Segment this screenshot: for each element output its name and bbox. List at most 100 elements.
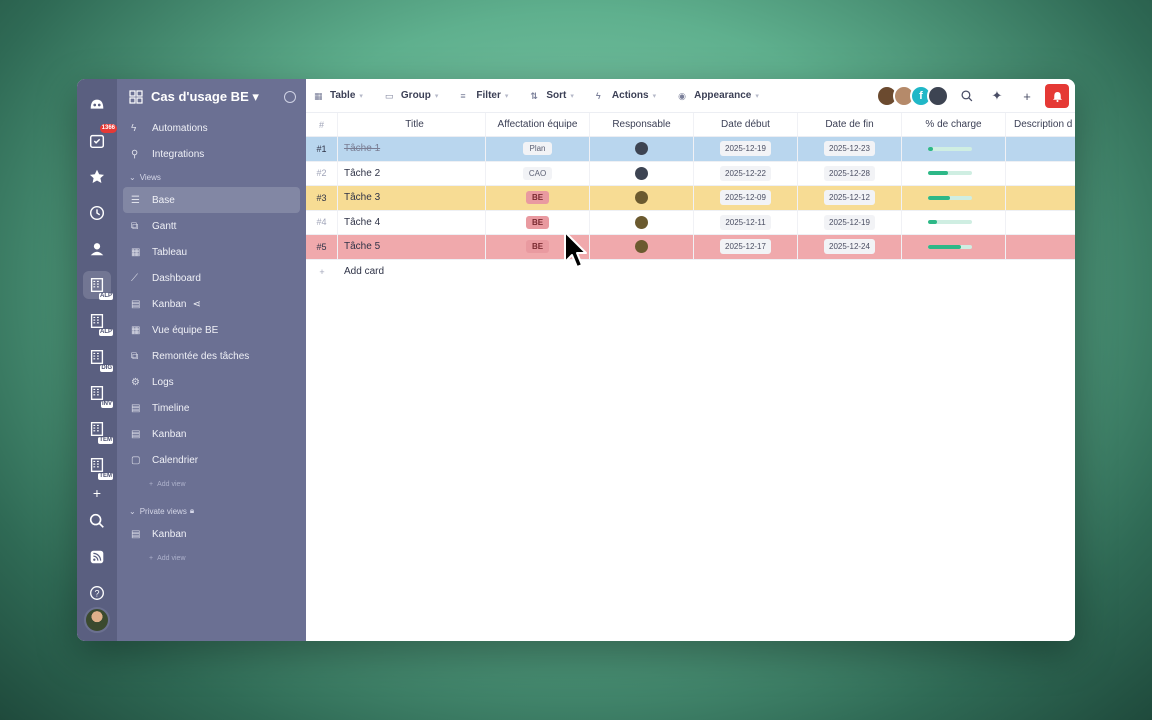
row-description[interactable] bbox=[1006, 211, 1075, 235]
row-affectation[interactable]: Plan bbox=[486, 137, 590, 161]
table-view-button[interactable]: ▦ Table ▾ bbox=[314, 90, 363, 101]
workspace-tem-2-icon[interactable]: TEM bbox=[83, 451, 113, 480]
col-header-responsable[interactable]: Responsable bbox=[590, 113, 694, 136]
help-icon[interactable]: ? bbox=[83, 579, 111, 607]
filter-button[interactable]: ≡ Filter ▾ bbox=[460, 90, 508, 101]
row-charge[interactable] bbox=[902, 161, 1006, 185]
sidebar-item-gantt[interactable]: ⧉ Gantt bbox=[123, 213, 300, 239]
sidebar: Cas d'usage BE ▾ ϟ Automations ⚲ Integrati… bbox=[117, 79, 306, 641]
row-date-debut[interactable]: 2025-12-17 bbox=[694, 235, 798, 259]
row-responsable[interactable] bbox=[590, 137, 694, 161]
row-title[interactable]: Tâche 4 bbox=[338, 210, 486, 234]
row-affectation[interactable]: BE bbox=[486, 186, 590, 210]
col-header-title[interactable]: Title bbox=[338, 113, 486, 136]
row-date-fin[interactable]: 2025-12-19 bbox=[798, 210, 902, 234]
workspace-alp-2-icon[interactable]: ALP bbox=[83, 307, 113, 336]
sidebar-item-kanban-2[interactable]: ▤ Kanban bbox=[123, 421, 300, 447]
table-row[interactable]: #5 Tâche 5 BE 2025-12-17 2025-12-24 bbox=[306, 235, 1075, 260]
row-charge[interactable] bbox=[902, 137, 1006, 161]
row-responsable[interactable] bbox=[590, 210, 694, 234]
row-date-debut[interactable]: 2025-12-09 bbox=[694, 186, 798, 210]
add-private-view-button[interactable]: + Add view bbox=[117, 547, 306, 569]
sidebar-item-remontee[interactable]: ⧉ Remontée des tâches bbox=[123, 343, 300, 369]
workspace-dig-icon[interactable]: DIG bbox=[83, 343, 113, 372]
views-section-header[interactable]: ⌄ Views bbox=[117, 167, 306, 187]
sidebar-item-kanban[interactable]: ▤ Kanban ⋖ bbox=[123, 291, 300, 317]
table-row[interactable]: #4 Tâche 4 BE 2025-12-11 2025-12-19 bbox=[306, 210, 1075, 235]
tasks-icon[interactable]: 1366 bbox=[83, 124, 117, 155]
col-header-affectation[interactable]: Affectation équipe bbox=[486, 113, 590, 136]
avatar bbox=[635, 215, 648, 229]
row-responsable[interactable] bbox=[590, 235, 694, 259]
row-date-fin[interactable]: 2025-12-12 bbox=[798, 186, 902, 210]
globe-icon[interactable] bbox=[284, 91, 296, 103]
table-row[interactable]: #2 Tâche 2 CAO 2025-12-22 2025-12-28 bbox=[306, 161, 1075, 186]
sidebar-item-private-kanban[interactable]: ▤ Kanban bbox=[123, 521, 300, 547]
row-responsable[interactable] bbox=[590, 186, 694, 210]
row-date-debut[interactable]: 2025-12-22 bbox=[694, 161, 798, 185]
row-description[interactable] bbox=[1006, 137, 1075, 161]
table-row[interactable]: #3 Tâche 3 BE 2025-12-09 2025-12-12 bbox=[306, 186, 1075, 211]
workspace-alp-icon[interactable]: ALP bbox=[83, 271, 113, 300]
row-date-fin[interactable]: 2025-12-28 bbox=[798, 161, 902, 185]
user-icon[interactable] bbox=[83, 235, 111, 263]
row-title[interactable]: Tâche 3 bbox=[338, 186, 486, 210]
sidebar-item-integrations[interactable]: ⚲ Integrations bbox=[123, 141, 300, 167]
row-title[interactable]: Tâche 1 bbox=[338, 137, 486, 161]
add-icon[interactable]: + bbox=[1015, 84, 1039, 108]
row-date-debut[interactable]: 2025-12-19 bbox=[694, 137, 798, 161]
notification-bell-button[interactable] bbox=[1045, 84, 1069, 108]
search-icon[interactable] bbox=[955, 84, 979, 108]
col-header-description[interactable]: Description d bbox=[1006, 113, 1075, 136]
workspace-tem-icon[interactable]: TEM bbox=[83, 415, 113, 444]
group-button[interactable]: ▭ Group ▾ bbox=[385, 90, 439, 101]
user-avatar[interactable] bbox=[84, 607, 110, 633]
col-header-charge[interactable]: % de charge bbox=[902, 113, 1006, 136]
row-charge[interactable] bbox=[902, 186, 1006, 210]
sidebar-item-dashboard[interactable]: ⟋ Dashboard bbox=[123, 265, 300, 291]
col-header-date-debut[interactable]: Date début bbox=[694, 113, 798, 136]
clock-icon[interactable] bbox=[83, 199, 111, 227]
sidebar-item-timeline[interactable]: ▤ Timeline bbox=[123, 395, 300, 421]
sidebar-item-tableau[interactable]: ▦ Tableau bbox=[123, 239, 300, 265]
row-affectation[interactable]: CAO bbox=[486, 161, 590, 185]
database-icon: ☰ bbox=[131, 194, 140, 206]
add-card-row[interactable]: + Add card bbox=[306, 260, 1075, 284]
row-date-fin[interactable]: 2025-12-23 bbox=[798, 137, 902, 161]
search-icon[interactable] bbox=[83, 507, 111, 535]
sidebar-item-base[interactable]: ☰ Base bbox=[123, 187, 300, 213]
table-row[interactable]: #1 Tâche 1 Plan 2025-12-19 2025-12-23 bbox=[306, 137, 1075, 162]
col-header-num[interactable]: # bbox=[306, 113, 338, 136]
sparkle-icon[interactable]: ✦ bbox=[985, 84, 1009, 108]
add-view-button[interactable]: + Add view bbox=[117, 473, 306, 495]
col-header-date-fin[interactable]: Date de fin bbox=[798, 113, 902, 136]
row-title[interactable]: Tâche 2 bbox=[338, 161, 486, 185]
row-date-debut[interactable]: 2025-12-11 bbox=[694, 210, 798, 234]
add-workspace-icon[interactable]: + bbox=[93, 485, 101, 501]
sort-button[interactable]: ⇅ Sort ▾ bbox=[530, 90, 574, 101]
project-header[interactable]: Cas d'usage BE ▾ bbox=[117, 87, 306, 107]
sidebar-item-logs[interactable]: ⚙ Logs bbox=[123, 369, 300, 395]
sidebar-item-calendrier[interactable]: ▢ Calendrier bbox=[123, 447, 300, 473]
row-description[interactable] bbox=[1006, 235, 1075, 259]
add-card-button[interactable]: Add card bbox=[338, 260, 486, 284]
row-charge[interactable] bbox=[902, 235, 1006, 259]
row-description[interactable] bbox=[1006, 162, 1075, 186]
workspace-inv-icon[interactable]: INV bbox=[83, 379, 113, 408]
row-title[interactable]: Tâche 5 bbox=[338, 235, 486, 259]
logs-icon: ⚙ bbox=[131, 376, 140, 388]
sidebar-item-automations[interactable]: ϟ Automations bbox=[123, 115, 300, 141]
actions-button[interactable]: ϟ Actions ▾ bbox=[596, 90, 656, 101]
app-logo-icon[interactable] bbox=[83, 91, 111, 119]
row-responsable[interactable] bbox=[590, 161, 694, 185]
row-date-fin[interactable]: 2025-12-24 bbox=[798, 235, 902, 259]
row-charge[interactable] bbox=[902, 210, 1006, 234]
collaborator-avatar[interactable] bbox=[927, 85, 949, 107]
sidebar-item-vue-equipe[interactable]: ▦ Vue équipe BE bbox=[123, 317, 300, 343]
star-icon[interactable] bbox=[83, 163, 111, 191]
row-description[interactable] bbox=[1006, 186, 1075, 210]
rss-icon[interactable] bbox=[83, 543, 111, 571]
sort-icon: ⇅ bbox=[530, 90, 538, 101]
private-views-header[interactable]: ⌄ Private views 🔒︎ bbox=[117, 501, 306, 521]
appearance-button[interactable]: ◉ Appearance ▾ bbox=[678, 90, 759, 101]
